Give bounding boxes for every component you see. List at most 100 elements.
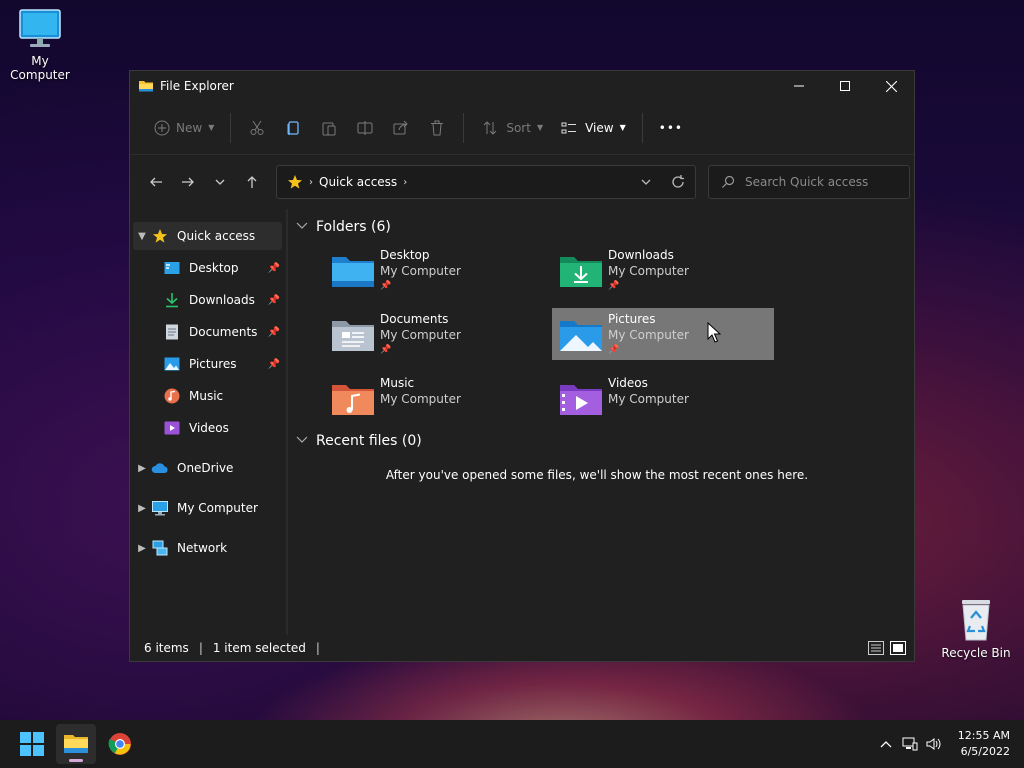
delete-button[interactable] — [419, 112, 455, 144]
new-button[interactable]: New ▼ — [144, 112, 222, 144]
folders-header-label: Folders (6) — [316, 219, 391, 235]
sidebar-item-quick-access[interactable]: ▼ Quick access — [133, 222, 282, 250]
more-options-button[interactable]: ••• — [651, 112, 691, 144]
rename-icon — [355, 118, 375, 138]
refresh-icon — [672, 175, 684, 188]
trash-icon — [427, 118, 447, 138]
tiles-view-button[interactable] — [888, 639, 908, 657]
desktop-my-computer[interactable]: My Computer — [0, 8, 80, 82]
forward-button[interactable] — [172, 168, 204, 196]
chevron-right-icon[interactable]: ▶ — [133, 503, 151, 514]
sidebar-item-downloads[interactable]: Downloads 📌 — [133, 286, 282, 314]
address-dropdown-button[interactable] — [631, 176, 661, 188]
sort-button[interactable]: Sort ▼ — [472, 112, 551, 144]
taskbar: 12:55 AM 6/5/2022 — [0, 720, 1024, 768]
taskbar-chrome[interactable] — [100, 724, 140, 764]
folder-location: My Computer — [380, 264, 461, 278]
ellipsis-icon: ••• — [658, 120, 683, 135]
sidebar-item-desktop[interactable]: Desktop 📌 — [133, 254, 282, 282]
details-view-button[interactable] — [866, 639, 886, 657]
sidebar-item-videos[interactable]: Videos — [133, 414, 282, 442]
recent-files-section-header[interactable]: Recent files (0) — [296, 428, 914, 454]
picture-icon — [163, 355, 181, 373]
arrow-right-icon — [182, 177, 194, 187]
folder-name: Documents — [380, 312, 449, 326]
desktop-recycle-bin[interactable]: Recycle Bin — [940, 596, 1012, 660]
volume-button[interactable] — [922, 737, 946, 751]
chevron-down-icon: ▼ — [208, 123, 215, 132]
star-icon — [151, 227, 169, 245]
new-label: New — [176, 120, 203, 135]
chevron-down-icon — [641, 179, 651, 185]
cut-button[interactable] — [239, 112, 275, 144]
mouse-cursor-icon — [707, 322, 721, 343]
minimize-button[interactable] — [776, 71, 822, 101]
folders-section-header[interactable]: Folders (6) — [296, 214, 914, 240]
video-icon — [163, 419, 181, 437]
sidebar-item-pictures[interactable]: Pictures 📌 — [133, 350, 282, 378]
pin-icon: 📌 — [380, 345, 392, 355]
sidebar-item-my-computer[interactable]: ▶ My Computer — [133, 494, 282, 522]
folder-tile-videos[interactable]: Videos My Computer — [552, 372, 774, 424]
sidebar-item-label: Downloads — [189, 293, 255, 307]
pin-icon: 📌 — [608, 345, 620, 355]
chevron-right-icon[interactable]: ▶ — [133, 463, 151, 474]
copy-button[interactable] — [275, 112, 311, 144]
pin-icon: 📌 — [267, 294, 280, 306]
folder-downloads-icon — [560, 257, 602, 287]
search-box[interactable] — [708, 165, 910, 199]
speaker-icon — [926, 738, 941, 750]
start-button[interactable] — [12, 724, 52, 764]
details-view-icon — [868, 641, 884, 655]
share-button[interactable] — [383, 112, 419, 144]
network-icon — [151, 539, 169, 557]
sidebar-item-label: Quick access — [177, 229, 256, 243]
view-button[interactable]: View ▼ — [551, 112, 634, 144]
up-button[interactable] — [236, 168, 268, 196]
toolbar-separator — [230, 112, 232, 143]
chevron-right-icon[interactable]: ▶ — [133, 543, 151, 554]
maximize-icon — [840, 81, 850, 91]
refresh-button[interactable] — [661, 175, 695, 189]
navigation-pane: ▼ Quick access Desktop 📌 Downloads 📌 Doc… — [130, 209, 288, 635]
recent-locations-button[interactable] — [204, 168, 236, 196]
network-status-button[interactable] — [898, 737, 922, 751]
folder-app-icon — [64, 735, 88, 753]
recycle-bin-icon — [962, 600, 990, 641]
music-icon — [163, 387, 181, 405]
scissors-icon — [247, 118, 267, 138]
status-bar: 6 items | 1 item selected | — [130, 635, 914, 661]
maximize-button[interactable] — [822, 71, 868, 101]
toolbar-separator — [463, 112, 465, 143]
chevron-down-icon — [296, 222, 310, 233]
sidebar-item-music[interactable]: Music — [133, 382, 282, 410]
title-bar[interactable]: File Explorer — [130, 71, 914, 101]
close-button[interactable] — [868, 71, 914, 101]
folder-tile-desktop[interactable]: Desktop My Computer 📌 — [324, 244, 546, 296]
breadcrumb-quick-access[interactable]: Quick access — [319, 175, 397, 189]
sidebar-item-network[interactable]: ▶ Network — [133, 534, 282, 562]
sidebar-item-documents[interactable]: Documents 📌 — [133, 318, 282, 346]
back-button[interactable] — [140, 168, 172, 196]
breadcrumb-chevron-icon: › — [403, 176, 408, 188]
taskbar-file-explorer[interactable] — [56, 724, 96, 764]
folder-tile-music[interactable]: Music My Computer — [324, 372, 546, 424]
chevron-down-icon[interactable]: ▼ — [133, 231, 151, 242]
folder-tile-documents[interactable]: Documents My Computer 📌 — [324, 308, 546, 360]
folder-location: My Computer — [608, 392, 689, 406]
folder-desktop-icon — [332, 257, 374, 287]
system-clock[interactable]: 12:55 AM 6/5/2022 — [958, 728, 1010, 760]
search-input[interactable] — [745, 175, 905, 189]
rename-button[interactable] — [347, 112, 383, 144]
folder-tile-pictures[interactable]: Pictures My Computer 📌 — [552, 308, 774, 360]
folder-tile-downloads[interactable]: Downloads My Computer 📌 — [552, 244, 774, 296]
address-bar[interactable]: › Quick access › — [276, 165, 696, 199]
paste-button[interactable] — [311, 112, 347, 144]
tiles-view-icon — [890, 641, 906, 655]
pin-icon: 📌 — [380, 281, 392, 291]
desktop-icon — [163, 259, 181, 277]
sidebar-item-label: Music — [189, 389, 224, 403]
sidebar-item-onedrive[interactable]: ▶ OneDrive — [133, 454, 282, 482]
show-hidden-icons-button[interactable] — [874, 740, 898, 748]
windows-logo-icon — [20, 732, 44, 756]
